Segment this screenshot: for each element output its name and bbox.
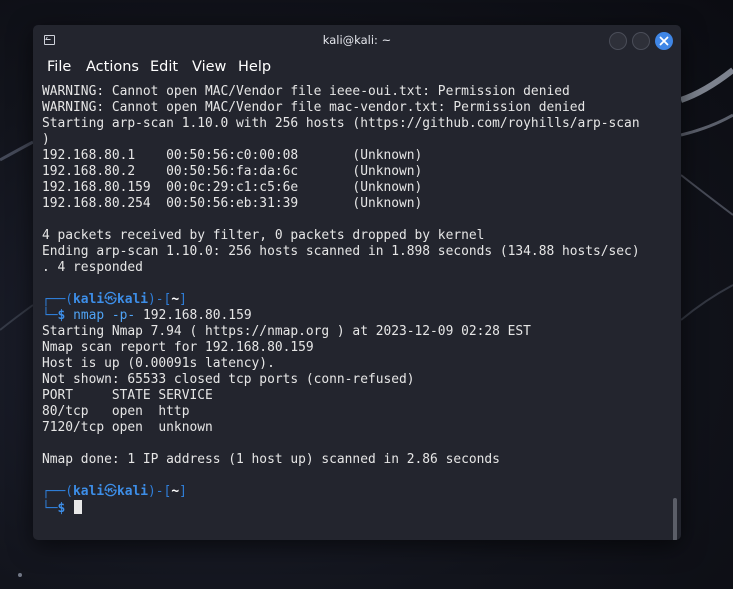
prompt-header: ┌──(kali㉿kali)-[~] xyxy=(42,484,187,499)
skull-icon: ㉿ xyxy=(104,292,117,307)
minimize-icon[interactable] xyxy=(609,32,627,50)
terminal-window: kali@kali: ~ File Actions Edit View Help… xyxy=(33,25,681,540)
output-line: 192.168.80.159 00:0c:29:c1:c5:6e (Unknow… xyxy=(42,180,423,195)
output-line: Ending arp-scan 1.10.0: 256 hosts scanne… xyxy=(42,244,640,259)
title-bar[interactable]: kali@kali: ~ xyxy=(33,25,681,56)
prompt-symbol: $ xyxy=(57,501,66,516)
menu-view[interactable]: View xyxy=(192,59,226,75)
menu-actions[interactable]: Actions xyxy=(86,59,139,75)
output-line: 80/tcp open http xyxy=(42,404,190,419)
output-line: Host is up (0.00091s latency). xyxy=(42,356,275,371)
prompt-dir: ~ xyxy=(171,484,180,499)
command-name: nmap xyxy=(73,308,105,323)
output-line: 192.168.80.2 00:50:56:fa:da:6c (Unknown) xyxy=(42,164,423,179)
maximize-icon[interactable] xyxy=(632,32,650,50)
output-line: 192.168.80.1 00:50:56:c0:00:08 (Unknown) xyxy=(42,148,423,163)
scrollbar[interactable] xyxy=(673,498,677,540)
prompt-dir: ~ xyxy=(171,292,180,307)
output-line: Nmap scan report for 192.168.80.159 xyxy=(42,340,314,355)
prompt-user: kali xyxy=(73,484,105,499)
output-line: Starting Nmap 7.94 ( https://nmap.org ) … xyxy=(42,324,531,339)
output-line: ) xyxy=(42,132,50,147)
prompt-symbol: $ xyxy=(57,308,66,323)
command-argument: 192.168.80.159 xyxy=(142,308,252,323)
output-line: 7120/tcp open unknown xyxy=(42,420,213,435)
output-line: WARNING: Cannot open MAC/Vendor file iee… xyxy=(42,84,570,99)
menu-file[interactable]: File xyxy=(47,59,71,75)
output-line: Not shown: 65533 closed tcp ports (conn-… xyxy=(42,372,415,387)
skull-icon: ㉿ xyxy=(104,484,117,499)
output-line: PORT STATE SERVICE xyxy=(42,388,213,403)
output-line: 4 packets received by filter, 0 packets … xyxy=(42,228,485,243)
output-line: 192.168.80.254 00:50:56:eb:31:39 (Unknow… xyxy=(42,196,423,211)
prompt-user: kali xyxy=(73,292,105,307)
prompt-host: kali xyxy=(116,292,149,307)
output-line: Starting arp-scan 1.10.0 with 256 hosts … xyxy=(42,116,640,131)
prompt-host: kali xyxy=(116,484,149,499)
close-icon[interactable] xyxy=(655,32,673,50)
command-line: └─$ nmap -p- 192.168.80.159 xyxy=(42,308,252,323)
prompt-header: ┌──(kali㉿kali)-[~] xyxy=(42,292,187,307)
command-option: -p- xyxy=(111,308,136,323)
output-line: Nmap done: 1 IP address (1 host up) scan… xyxy=(42,452,500,467)
command-line[interactable]: └─$ xyxy=(42,500,83,516)
menu-bar: File Actions Edit View Help xyxy=(33,56,681,80)
menu-edit[interactable]: Edit xyxy=(150,59,178,75)
text-cursor xyxy=(74,500,83,514)
menu-help[interactable]: Help xyxy=(238,59,271,75)
terminal-output[interactable]: WARNING: Cannot open MAC/Vendor file iee… xyxy=(42,84,677,540)
window-title: kali@kali: ~ xyxy=(322,33,392,47)
output-line: WARNING: Cannot open MAC/Vendor file mac… xyxy=(42,100,586,115)
output-line: . 4 responded xyxy=(42,260,143,275)
